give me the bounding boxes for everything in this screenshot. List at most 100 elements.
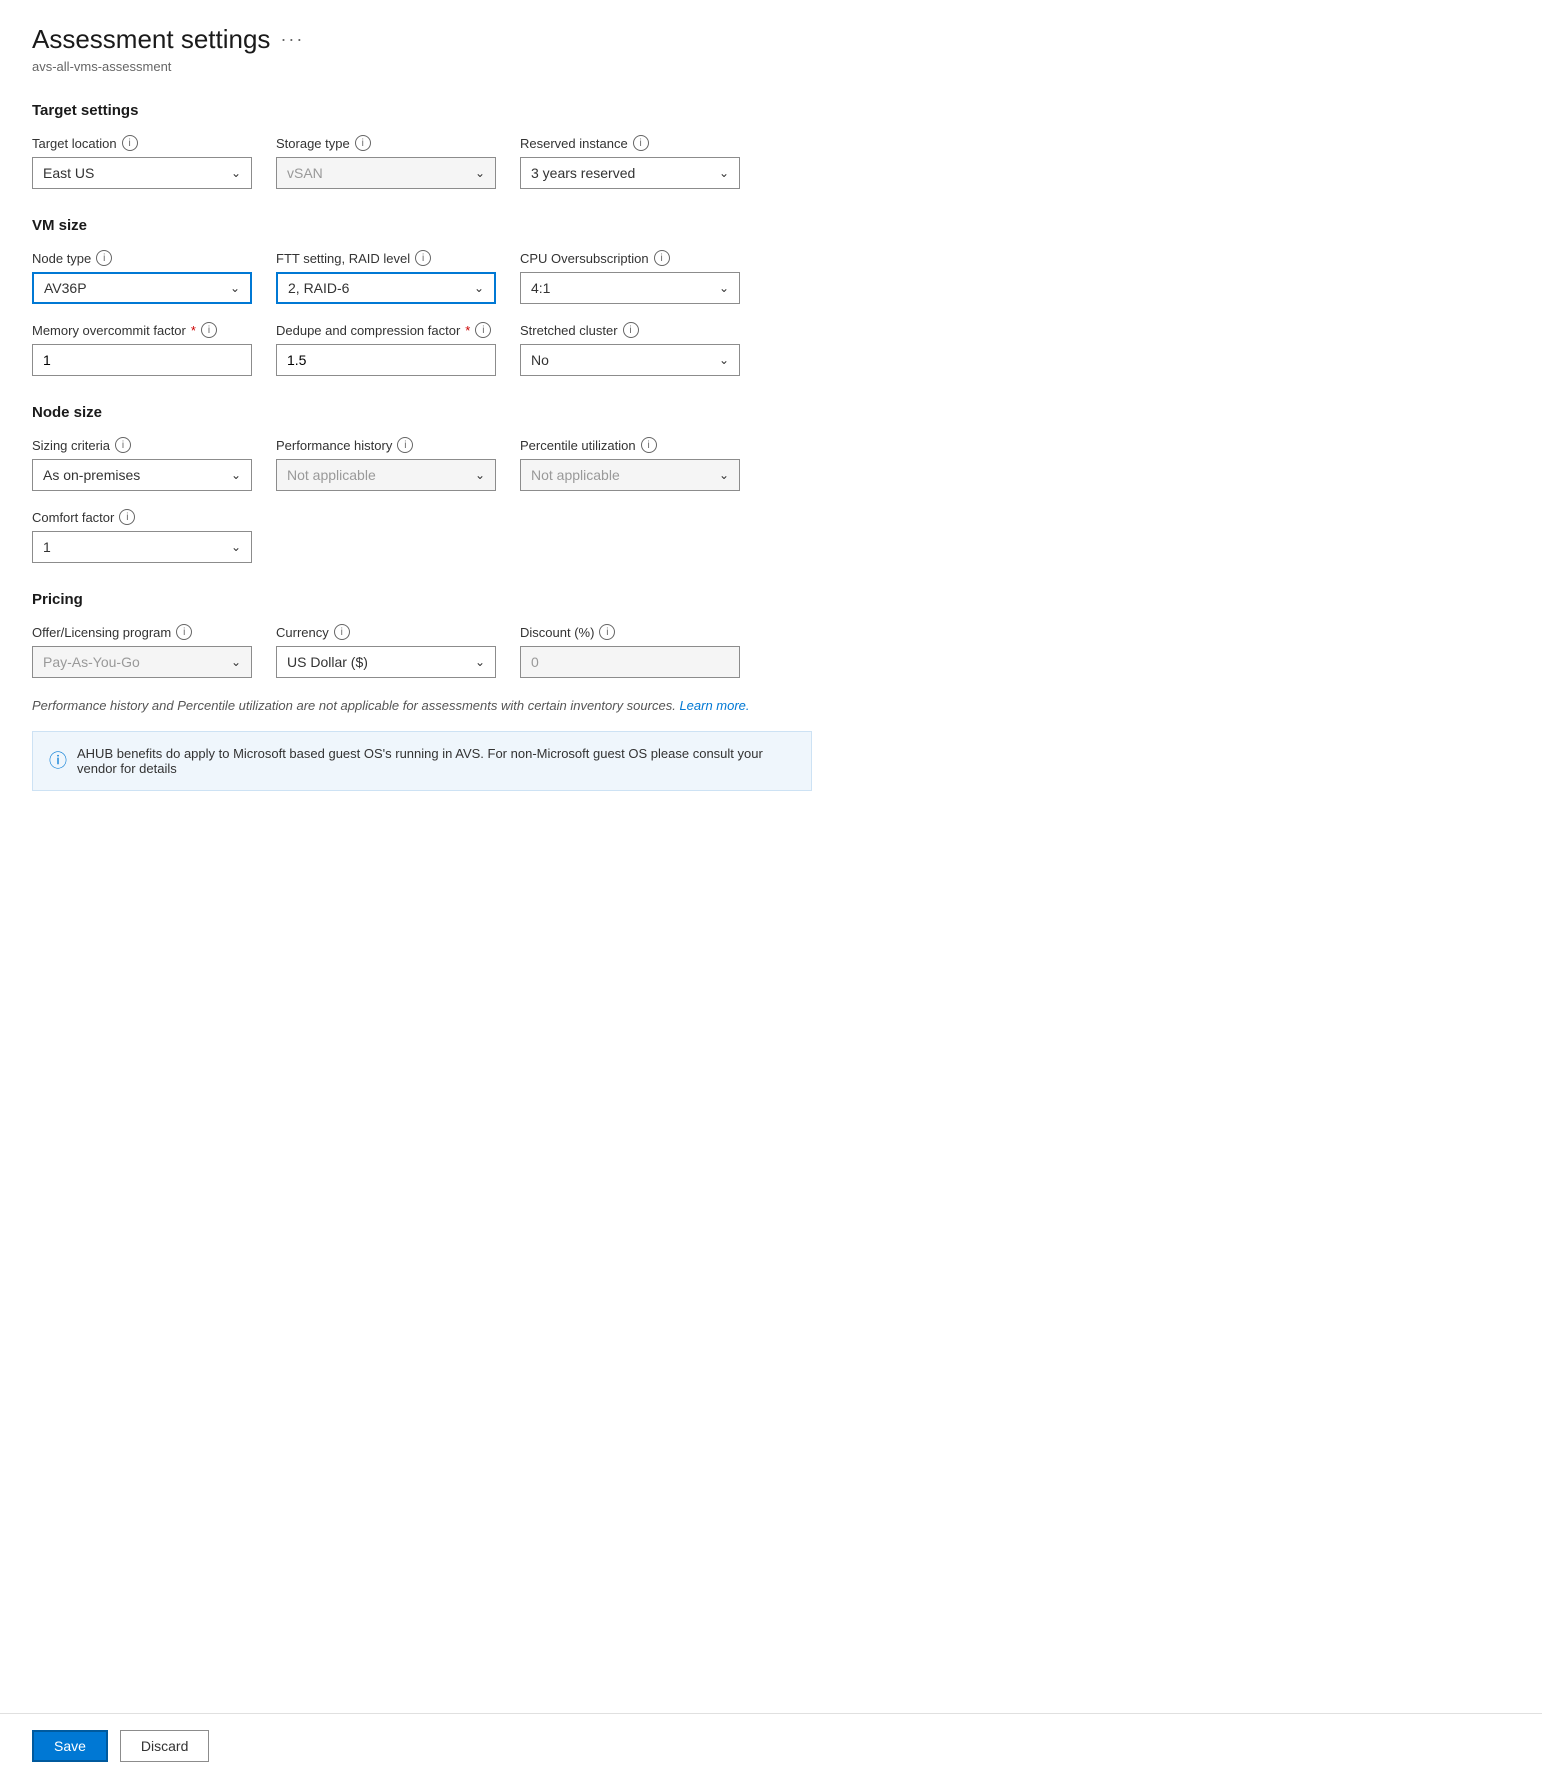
page-title: Assessment settings (32, 24, 270, 55)
ftt-setting-info-icon[interactable]: i (415, 250, 431, 266)
memory-overcommit-required: * (191, 323, 196, 338)
node-type-info-icon[interactable]: i (96, 250, 112, 266)
learn-more-link[interactable]: Learn more. (679, 698, 749, 713)
more-options-icon[interactable]: ··· (280, 29, 304, 50)
offer-licensing-select: Pay-As-You-Go ⌄ (32, 646, 252, 678)
reserved-instance-info-icon[interactable]: i (633, 135, 649, 151)
performance-history-label: Performance history i (276, 437, 496, 453)
target-location-chevron-icon: ⌄ (231, 166, 241, 180)
stretched-cluster-group: Stretched cluster i No ⌄ (520, 322, 740, 376)
cpu-oversubscription-chevron-icon: ⌄ (719, 281, 729, 295)
vm-size-title: VM size (32, 217, 868, 234)
memory-overcommit-label: Memory overcommit factor * i (32, 322, 252, 338)
node-size-title: Node size (32, 404, 868, 421)
info-box-text: AHUB benefits do apply to Microsoft base… (77, 746, 795, 776)
sizing-criteria-chevron-icon: ⌄ (231, 468, 241, 482)
discount-label: Discount (%) i (520, 624, 740, 640)
discard-button[interactable]: Discard (120, 1730, 209, 1762)
percentile-utilization-label: Percentile utilization i (520, 437, 740, 453)
comfort-factor-select[interactable]: 1 ⌄ (32, 531, 252, 563)
stretched-cluster-info-icon[interactable]: i (623, 322, 639, 338)
target-location-select[interactable]: East US ⌄ (32, 157, 252, 189)
vm-size-row1: Node type i AV36P ⌄ FTT setting, RAID le… (32, 250, 868, 304)
stretched-cluster-chevron-icon: ⌄ (719, 353, 729, 367)
target-location-label: Target location i (32, 135, 252, 151)
currency-label: Currency i (276, 624, 496, 640)
dedupe-compression-input[interactable] (276, 344, 496, 376)
dedupe-compression-label: Dedupe and compression factor * i (276, 322, 496, 338)
offer-licensing-info-icon[interactable]: i (176, 624, 192, 640)
offer-licensing-label: Offer/Licensing program i (32, 624, 252, 640)
percentile-utilization-select: Not applicable ⌄ (520, 459, 740, 491)
target-settings-section: Target settings Target location i East U… (32, 102, 868, 189)
currency-chevron-icon: ⌄ (475, 655, 485, 669)
offer-licensing-group: Offer/Licensing program i Pay-As-You-Go … (32, 624, 252, 678)
cpu-oversubscription-info-icon[interactable]: i (654, 250, 670, 266)
sizing-criteria-label: Sizing criteria i (32, 437, 252, 453)
storage-type-select: vSAN ⌄ (276, 157, 496, 189)
node-size-row1: Sizing criteria i As on-premises ⌄ Perfo… (32, 437, 868, 491)
node-size-row2: Comfort factor i 1 ⌄ (32, 509, 868, 563)
comfort-factor-info-icon[interactable]: i (119, 509, 135, 525)
reserved-instance-chevron-icon: ⌄ (719, 166, 729, 180)
comfort-factor-group: Comfort factor i 1 ⌄ (32, 509, 252, 563)
comfort-factor-chevron-icon: ⌄ (231, 540, 241, 554)
currency-select[interactable]: US Dollar ($) ⌄ (276, 646, 496, 678)
dedupe-compression-info-icon[interactable]: i (475, 322, 491, 338)
percentile-utilization-chevron-icon: ⌄ (719, 468, 729, 482)
performance-history-group: Performance history i Not applicable ⌄ (276, 437, 496, 491)
ftt-setting-chevron-icon: ⌄ (474, 281, 484, 295)
info-box: ⓘ AHUB benefits do apply to Microsoft ba… (32, 731, 812, 791)
memory-overcommit-group: Memory overcommit factor * i (32, 322, 252, 376)
page-subtitle: avs-all-vms-assessment (32, 59, 868, 74)
stretched-cluster-select[interactable]: No ⌄ (520, 344, 740, 376)
storage-type-group: Storage type i vSAN ⌄ (276, 135, 496, 189)
node-type-select[interactable]: AV36P ⌄ (32, 272, 252, 304)
footer-bar: Save Discard (0, 1713, 1542, 1778)
target-location-info-icon[interactable]: i (122, 135, 138, 151)
discount-input[interactable] (520, 646, 740, 678)
pricing-row: Offer/Licensing program i Pay-As-You-Go … (32, 624, 868, 678)
node-type-chevron-icon: ⌄ (230, 281, 240, 295)
storage-type-chevron-icon: ⌄ (475, 166, 485, 180)
ftt-setting-label: FTT setting, RAID level i (276, 250, 496, 266)
cpu-oversubscription-group: CPU Oversubscription i 4:1 ⌄ (520, 250, 740, 304)
dedupe-compression-required: * (465, 323, 470, 338)
vm-size-section: VM size Node type i AV36P ⌄ FTT setting,… (32, 217, 868, 376)
currency-group: Currency i US Dollar ($) ⌄ (276, 624, 496, 678)
cpu-oversubscription-label: CPU Oversubscription i (520, 250, 740, 266)
performance-history-select: Not applicable ⌄ (276, 459, 496, 491)
memory-overcommit-input[interactable] (32, 344, 252, 376)
sizing-criteria-select[interactable]: As on-premises ⌄ (32, 459, 252, 491)
target-settings-row: Target location i East US ⌄ Storage type… (32, 135, 868, 189)
ftt-setting-group: FTT setting, RAID level i 2, RAID-6 ⌄ (276, 250, 496, 304)
target-location-group: Target location i East US ⌄ (32, 135, 252, 189)
info-box-icon: ⓘ (49, 747, 67, 773)
performance-history-info-icon[interactable]: i (397, 437, 413, 453)
node-type-label: Node type i (32, 250, 252, 266)
pricing-section: Pricing Offer/Licensing program i Pay-As… (32, 591, 868, 678)
memory-overcommit-info-icon[interactable]: i (201, 322, 217, 338)
node-size-section: Node size Sizing criteria i As on-premis… (32, 404, 868, 563)
save-button[interactable]: Save (32, 1730, 108, 1762)
reserved-instance-label: Reserved instance i (520, 135, 740, 151)
target-settings-title: Target settings (32, 102, 868, 119)
cpu-oversubscription-select[interactable]: 4:1 ⌄ (520, 272, 740, 304)
offer-licensing-chevron-icon: ⌄ (231, 655, 241, 669)
storage-type-info-icon[interactable]: i (355, 135, 371, 151)
discount-info-icon[interactable]: i (599, 624, 615, 640)
reserved-instance-group: Reserved instance i 3 years reserved ⌄ (520, 135, 740, 189)
storage-type-label: Storage type i (276, 135, 496, 151)
vm-size-row2: Memory overcommit factor * i Dedupe and … (32, 322, 868, 376)
dedupe-compression-group: Dedupe and compression factor * i (276, 322, 496, 376)
percentile-utilization-info-icon[interactable]: i (641, 437, 657, 453)
footer-note: Performance history and Percentile utili… (32, 698, 868, 713)
node-type-group: Node type i AV36P ⌄ (32, 250, 252, 304)
currency-info-icon[interactable]: i (334, 624, 350, 640)
percentile-utilization-group: Percentile utilization i Not applicable … (520, 437, 740, 491)
sizing-criteria-info-icon[interactable]: i (115, 437, 131, 453)
stretched-cluster-label: Stretched cluster i (520, 322, 740, 338)
reserved-instance-select[interactable]: 3 years reserved ⌄ (520, 157, 740, 189)
ftt-setting-select[interactable]: 2, RAID-6 ⌄ (276, 272, 496, 304)
performance-history-chevron-icon: ⌄ (475, 468, 485, 482)
